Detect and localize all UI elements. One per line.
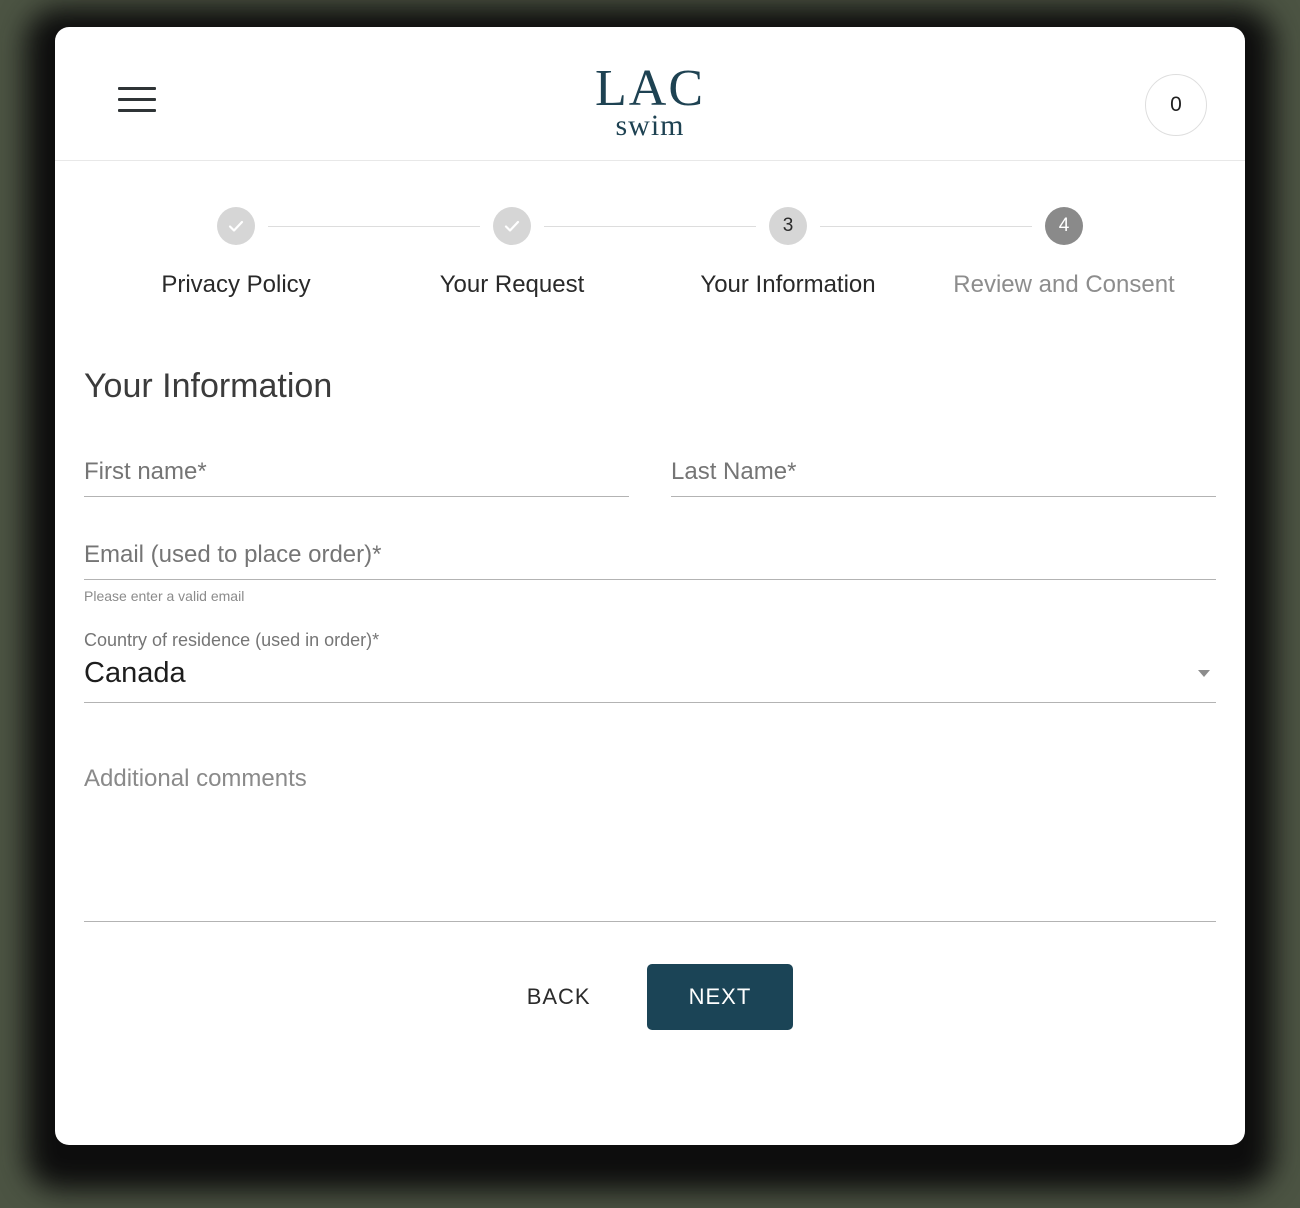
additional-comments-field[interactable]: Additional comments bbox=[84, 761, 1216, 922]
first-name-underline bbox=[84, 496, 629, 497]
country-underline bbox=[84, 702, 1216, 703]
additional-comments-placeholder: Additional comments bbox=[84, 765, 307, 792]
email-hint: Please enter a valid email bbox=[84, 588, 245, 604]
step-indicator-complete bbox=[493, 207, 531, 245]
form-actions: BACK NEXT bbox=[84, 964, 1216, 1060]
logo-primary-text: LAC bbox=[595, 60, 705, 117]
brand-logo[interactable]: LAC swim bbox=[55, 63, 1245, 141]
country-select[interactable]: Country of residence (used in order)* Ca… bbox=[84, 630, 1216, 703]
browser-card: LAC swim 0 Privacy Policy Your Request 3… bbox=[55, 27, 1245, 1145]
comments-underline bbox=[84, 921, 1216, 922]
step-label: Privacy Policy bbox=[161, 271, 311, 298]
first-name-field[interactable]: First name* bbox=[84, 458, 629, 497]
step-connector bbox=[820, 226, 1032, 227]
check-icon bbox=[225, 215, 247, 237]
step-number: 4 bbox=[1058, 215, 1070, 236]
back-button[interactable]: BACK bbox=[507, 970, 611, 1024]
next-button[interactable]: NEXT bbox=[646, 964, 794, 1030]
step-indicator-current: 3 bbox=[769, 207, 807, 245]
step-label: Your Request bbox=[439, 271, 585, 298]
last-name-field[interactable]: Last Name* bbox=[671, 458, 1216, 497]
cart-count: 0 bbox=[1170, 93, 1182, 116]
progress-stepper: Privacy Policy Your Request 3 Your Infor… bbox=[55, 207, 1245, 327]
step-number: 3 bbox=[782, 215, 794, 236]
step-indicator-complete bbox=[217, 207, 255, 245]
stepper-step-your-request[interactable]: Your Request bbox=[374, 207, 756, 299]
last-name-label: Last Name* bbox=[671, 458, 797, 485]
cart-badge[interactable]: 0 bbox=[1145, 74, 1207, 136]
name-field-row: First name* Last Name* bbox=[84, 458, 1216, 541]
email-label: Email (used to place order)* bbox=[84, 541, 382, 568]
country-selected-value: Canada bbox=[84, 657, 186, 689]
logo-secondary-text: swim bbox=[615, 109, 685, 142]
last-name-underline bbox=[671, 496, 1216, 497]
site-header: LAC swim 0 bbox=[55, 27, 1245, 161]
step-indicator-upcoming: 4 bbox=[1045, 207, 1083, 245]
step-connector bbox=[268, 226, 480, 227]
stepper-step-your-information[interactable]: 3 Your Information bbox=[650, 207, 1032, 299]
first-name-label: First name* bbox=[84, 458, 207, 485]
required-marker: * bbox=[787, 458, 797, 485]
required-marker: * bbox=[372, 630, 380, 650]
country-value-row: Canada bbox=[84, 657, 1216, 702]
step-connector bbox=[544, 226, 756, 227]
stepper-step-privacy-policy[interactable]: Privacy Policy bbox=[98, 207, 480, 299]
step-label: Review and Consent bbox=[953, 271, 1175, 298]
form-body: Your Information First name* Last Name* … bbox=[55, 367, 1245, 1060]
country-label: Country of residence (used in order)* bbox=[84, 630, 380, 650]
email-field[interactable]: Email (used to place order)* Please ente… bbox=[84, 541, 1216, 604]
stepper-step-review-and-consent[interactable]: 4 Review and Consent bbox=[926, 207, 1202, 299]
check-icon bbox=[501, 215, 523, 237]
chevron-down-icon[interactable] bbox=[1198, 670, 1210, 677]
email-underline bbox=[84, 579, 1216, 580]
page-title: Your Information bbox=[84, 367, 333, 405]
required-marker: * bbox=[372, 541, 382, 568]
stepper-track: Privacy Policy Your Request 3 Your Infor… bbox=[77, 207, 1223, 299]
required-marker: * bbox=[197, 458, 207, 485]
step-label: Your Information bbox=[700, 271, 876, 298]
